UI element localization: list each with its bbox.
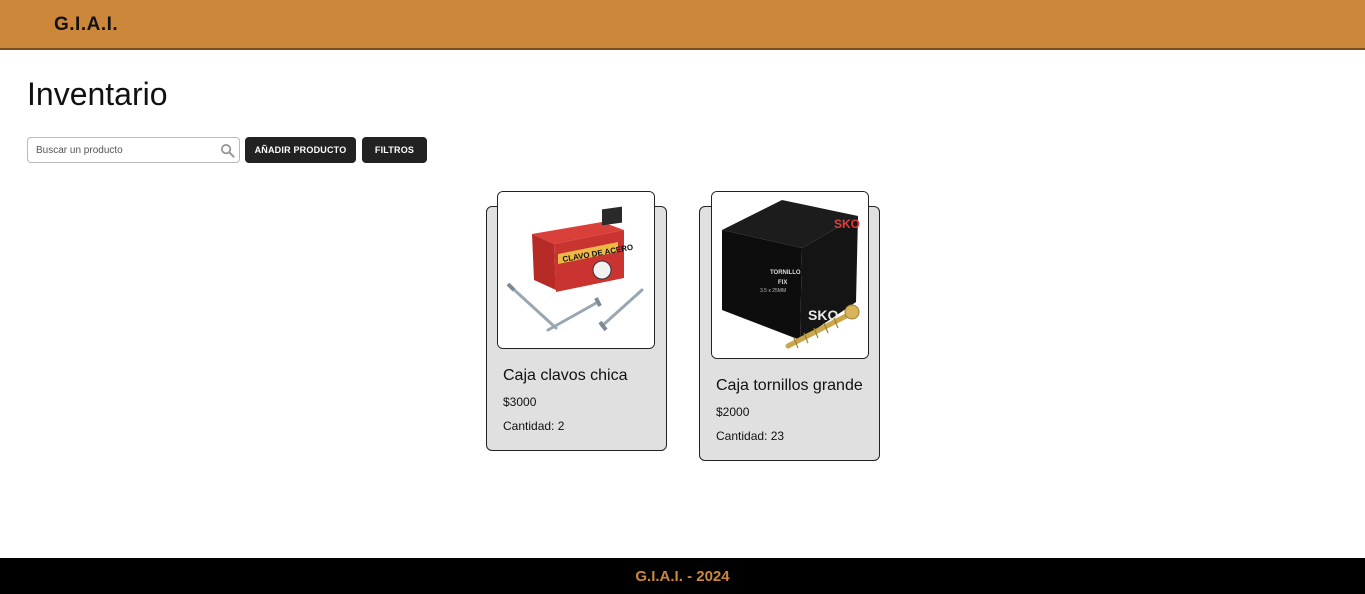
nail-box-image: CLAVO DE ACERO xyxy=(498,192,654,348)
product-price: $3000 xyxy=(503,395,537,409)
add-product-button[interactable]: AÑADIR PRODUCTO xyxy=(245,137,356,163)
product-image[interactable]: SKO TORNILLO FIX 3.5 x 25MM SKO xyxy=(711,191,869,359)
product-name: Caja clavos chica xyxy=(503,367,628,384)
svg-text:3.5 x 25MM: 3.5 x 25MM xyxy=(760,288,786,294)
footer-text: G.I.A.I. - 2024 xyxy=(635,567,730,585)
svg-text:FIX: FIX xyxy=(778,280,787,286)
product-price: $2000 xyxy=(716,405,750,419)
page-title: Inventario xyxy=(27,76,168,112)
search-icon[interactable] xyxy=(220,143,235,158)
search-input[interactable] xyxy=(36,138,216,162)
svg-text:SKO: SKO xyxy=(834,217,860,231)
product-quantity: Cantidad: 2 xyxy=(503,419,565,433)
product-card[interactable]: CLAVO DE ACERO Caja clavos chica $3000 C… xyxy=(486,191,667,451)
filters-button[interactable]: FILTROS xyxy=(362,137,427,163)
page-footer: G.I.A.I. - 2024 xyxy=(0,558,1365,594)
brand-logo[interactable]: G.I.A.I. xyxy=(54,14,118,36)
product-name: Caja tornillos grande xyxy=(716,377,863,394)
svg-text:TORNILLO: TORNILLO xyxy=(770,270,801,276)
screw-box-image: SKO TORNILLO FIX 3.5 x 25MM SKO xyxy=(712,192,868,358)
product-image[interactable]: CLAVO DE ACERO xyxy=(497,191,655,349)
product-card[interactable]: SKO TORNILLO FIX 3.5 x 25MM SKO Caja tor… xyxy=(699,191,880,461)
product-quantity: Cantidad: 23 xyxy=(716,429,785,443)
top-navbar: G.I.A.I. xyxy=(0,0,1365,50)
search-box[interactable] xyxy=(27,137,240,163)
